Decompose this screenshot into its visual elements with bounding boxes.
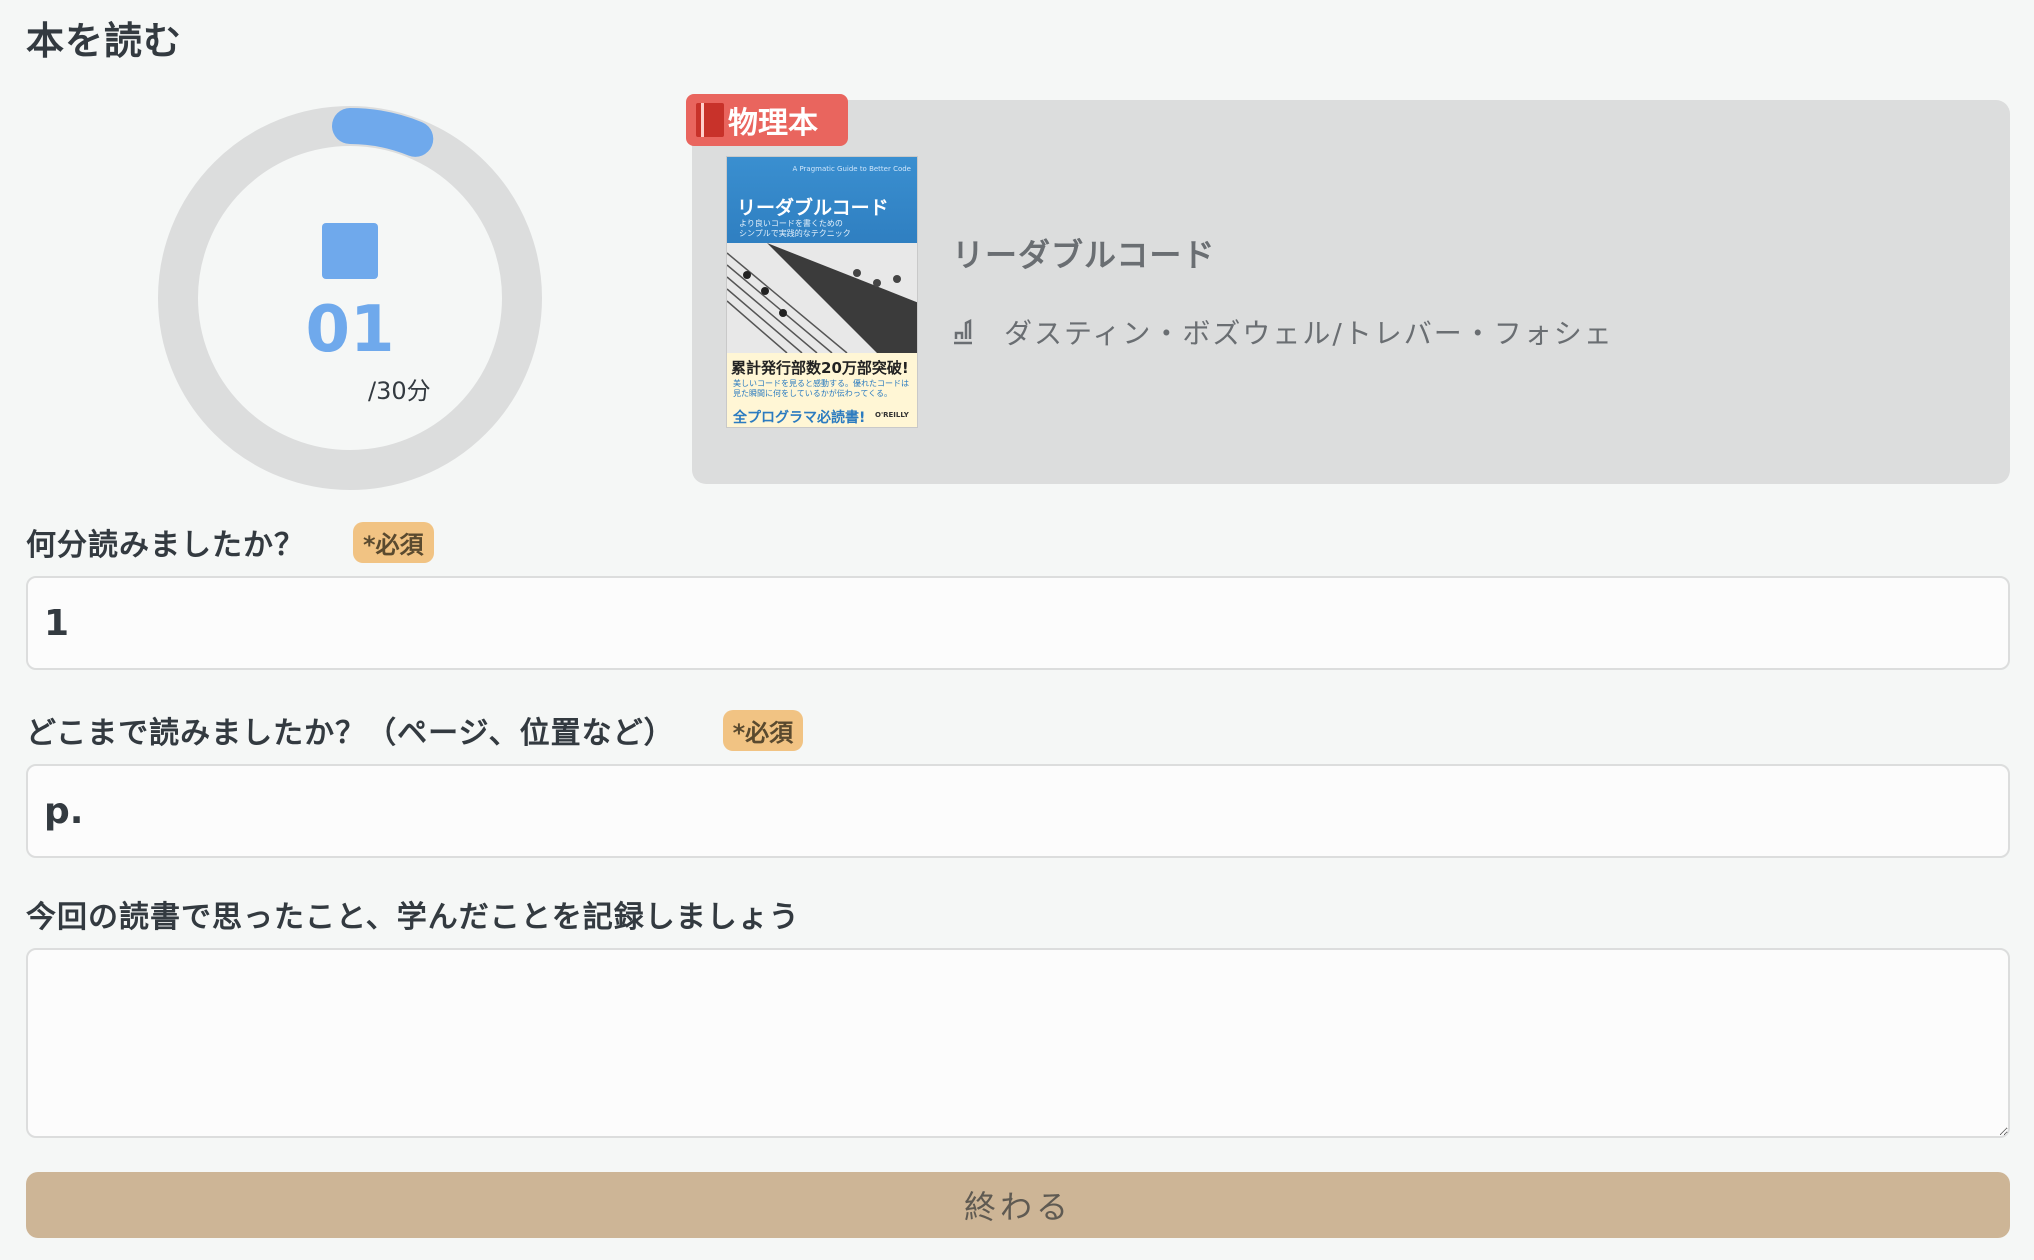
- cover-subtitle-line: より良いコードを書くための: [739, 219, 843, 228]
- notes-label: 今回の読書で思ったこと、学んだことを記録しましょう: [26, 892, 800, 936]
- book-cover: A Pragmatic Guide to Better Code リーダブルコー…: [726, 156, 918, 428]
- finish-button[interactable]: 終わる: [26, 1172, 2010, 1238]
- cover-claim: 累計発行部数20万部突破!: [731, 359, 909, 377]
- position-label: どこまで読みましたか？（ページ、位置など） *必須: [26, 708, 804, 752]
- cover-series: A Pragmatic Guide to Better Code: [792, 165, 911, 173]
- notes-textarea[interactable]: [26, 948, 2010, 1138]
- book-author: ダスティン・ボズウェル/トレバー・フォシェ: [1004, 317, 1614, 350]
- pen-icon: [954, 319, 972, 345]
- cover-blurb: 美しいコードを見ると感動する。優れたコードは 見た瞬間に何をしているかが伝わって…: [733, 379, 909, 399]
- position-label-text: どこまで読みましたか？（ページ、位置など）: [26, 716, 675, 751]
- required-badge: *必須: [722, 709, 804, 751]
- cover-blurb-line: 美しいコードを見ると感動する。優れたコードは: [733, 379, 909, 388]
- cover-must-read: 全プログラマ必読書!: [733, 410, 866, 426]
- minutes-input[interactable]: [26, 576, 2010, 670]
- book-type-badge: 物理本: [686, 94, 848, 146]
- book-title: リーダブルコード: [952, 236, 1216, 274]
- reading-page: 本を読む 01 /30分 物理本 A Pragmatic Guide to Be…: [0, 0, 2034, 1260]
- timer-target: /30分: [368, 377, 431, 405]
- book-type-label: 物理本: [728, 106, 818, 141]
- cover-subtitle-line: シンプルで実践的なテクニック: [739, 229, 851, 238]
- red-book-icon: [696, 103, 724, 137]
- cover-blurb-line: 見た瞬間に何をしているかが伝わってくる。: [733, 389, 892, 398]
- reading-timer: 01 /30分: [140, 88, 560, 508]
- cover-title: リーダブルコード: [737, 197, 889, 219]
- stop-button[interactable]: [322, 223, 378, 279]
- cover-subtitle: より良いコードを書くための シンプルで実践的なテクニック: [739, 219, 851, 239]
- minutes-label: 何分読みましたか？ *必須: [26, 520, 434, 564]
- page-title: 本を読む: [26, 19, 183, 63]
- cover-publisher-logo: O'REILLY: [875, 411, 909, 419]
- notes-label-text: 今回の読書で思ったこと、学んだことを記録しましょう: [26, 900, 800, 935]
- required-badge: *必須: [353, 521, 434, 563]
- position-input[interactable]: [26, 764, 2010, 858]
- cover-sheet-music-art: [727, 243, 917, 353]
- minutes-label-text: 何分読みましたか？: [26, 528, 305, 563]
- book-author-row: ダスティン・ボズウェル/トレバー・フォシェ: [952, 312, 1614, 352]
- timer-elapsed: 01: [305, 293, 395, 367]
